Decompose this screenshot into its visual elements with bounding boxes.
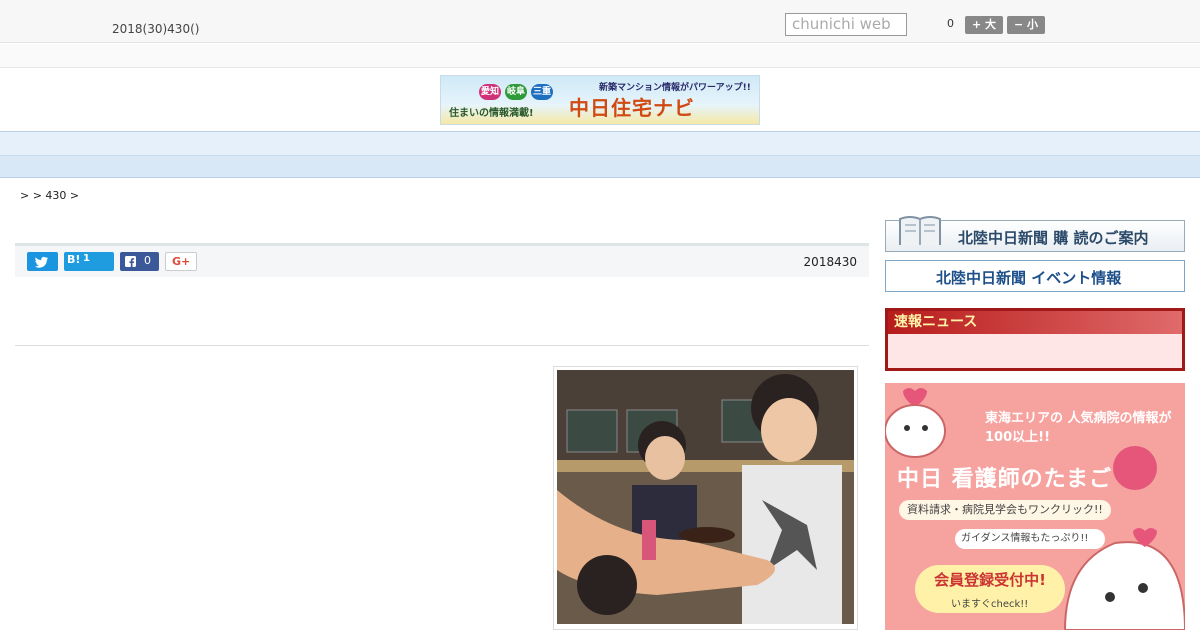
- ad-line4: ガイダンス情報もたっぷり!!: [955, 529, 1105, 549]
- hatena-label: B!: [67, 253, 81, 266]
- hatena-count: 1: [83, 253, 90, 264]
- article-photo-image: [557, 370, 854, 624]
- twitter-share-button[interactable]: [27, 252, 58, 271]
- article-photo[interactable]: [553, 366, 858, 630]
- nav-item[interactable]: [492, 136, 522, 155]
- nav-item[interactable]: [412, 136, 442, 155]
- event-info-text: 北陸中日新聞 イベント情報: [936, 269, 1122, 287]
- ad-line1: 東海エリアの 人気病院の情報が100以上!!: [985, 411, 1172, 445]
- nav-item[interactable]: [252, 136, 282, 155]
- breaking-news-box: 速報ニュース: [885, 308, 1185, 371]
- facebook-count: 0: [144, 254, 151, 267]
- facebook-icon: [125, 256, 136, 267]
- nav-item[interactable]: [812, 136, 842, 155]
- banner-left-text: 住まいの情報満載!: [449, 108, 534, 119]
- twitter-icon: [35, 256, 49, 268]
- nurse-recruit-ad[interactable]: 東海エリアの 人気病院の情報が100以上!! 中日 看護師のたまご 資料請求・病…: [885, 383, 1185, 630]
- font-smaller-button[interactable]: − 小: [1007, 16, 1045, 34]
- article-date: 2018430: [803, 255, 857, 269]
- facebook-share-button[interactable]: 0: [120, 252, 159, 271]
- hatena-bookmark-button[interactable]: B! 1: [64, 252, 114, 271]
- nav-item[interactable]: [732, 136, 762, 155]
- breaking-news-title: 速報ニュース: [888, 311, 1182, 334]
- ad-line2: 中日 看護師のたまご: [897, 467, 1112, 492]
- font-bigger-button[interactable]: + 大: [965, 16, 1003, 34]
- header-spacer: [0, 44, 1200, 68]
- sub-nav: [0, 156, 1200, 178]
- gplus-label: G+: [172, 255, 191, 268]
- subscription-banner[interactable]: 北陸中日新聞 購 読のご案内: [885, 216, 1185, 252]
- banner-tag-mie: 三重: [531, 84, 553, 100]
- event-info-banner[interactable]: 北陸中日新聞 イベント情報: [885, 260, 1185, 292]
- google-plus-share-button[interactable]: G+: [165, 252, 197, 271]
- banner-tag-aichi: 愛知: [479, 84, 501, 100]
- content-divider: [15, 345, 869, 346]
- search-input[interactable]: chunichi web: [785, 13, 907, 36]
- ad-line6: いますぐcheck!!: [951, 599, 1029, 610]
- subscription-text: 北陸中日新聞 購 読のご案内: [958, 229, 1149, 247]
- share-bar: B! 1 0 G+ 2018430: [15, 243, 869, 277]
- housing-navi-banner[interactable]: 愛知 岐阜 三重 住まいの情報満載! 新築マンション情報がパワーアップ!! 中日…: [440, 75, 760, 125]
- nav-item[interactable]: [172, 136, 202, 155]
- font-size-value: 0: [947, 17, 954, 30]
- top-bar: 2018(30)430() chunichi web 0 + 大 − 小: [0, 0, 1200, 43]
- banner-main-text: 中日住宅ナビ: [569, 96, 695, 120]
- current-date: 2018(30)430(): [112, 22, 200, 36]
- breadcrumb: > > 430 >: [20, 189, 80, 202]
- nav-item[interactable]: [332, 136, 362, 155]
- newspaper-icon: [899, 216, 941, 245]
- main-nav: [0, 131, 1200, 156]
- nav-item[interactable]: [572, 136, 602, 155]
- ad-line3: 資料請求・病院見学会もワンクリック!!: [899, 500, 1111, 520]
- banner-tag-gifu: 岐阜: [505, 84, 527, 100]
- nav-item[interactable]: [652, 136, 682, 155]
